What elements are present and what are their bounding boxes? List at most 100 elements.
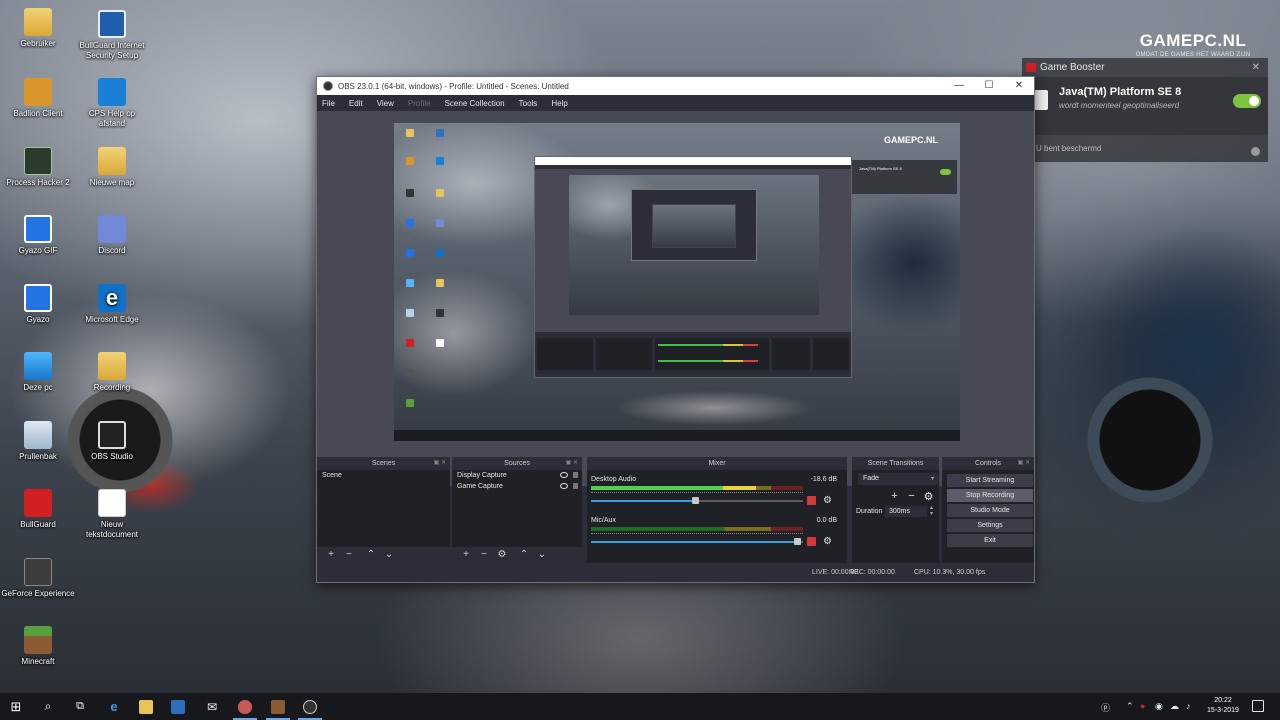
desktop-icon-badlion[interactable]: Badlion Client xyxy=(1,78,75,119)
desktop-icon-obs[interactable]: OBS Studio xyxy=(75,421,149,462)
menu-help[interactable]: Help xyxy=(551,99,567,108)
volume-slider[interactable] xyxy=(591,500,695,502)
start-button[interactable]: ⊞ xyxy=(0,693,32,720)
lock-icon[interactable] xyxy=(573,472,578,478)
duration-label: Duration xyxy=(856,508,883,515)
desktop-icon-recording[interactable]: Recording xyxy=(75,352,149,393)
preview-taskbar xyxy=(394,430,960,441)
move-down-button[interactable]: ⌄ xyxy=(534,550,550,560)
add-transition-button[interactable]: + xyxy=(886,490,903,503)
people-icon[interactable]: ⓟ xyxy=(1101,701,1110,714)
taskbar-edge[interactable]: e xyxy=(98,693,130,720)
duration-spinner-icon[interactable]: ▴ ▾ xyxy=(930,505,933,517)
scene-item[interactable]: Scene xyxy=(317,470,450,481)
add-source-button[interactable]: + xyxy=(458,550,474,560)
obs-titlebar[interactable]: OBS 23.0.1 (64-bit, windows) - Profile: … xyxy=(317,77,1034,95)
exit-button[interactable]: Exit xyxy=(947,534,1033,547)
close-icon[interactable]: ✕ xyxy=(1252,62,1260,73)
desktop-icon-bullguard[interactable]: BullGuard xyxy=(1,489,75,530)
volume-slider-knob[interactable] xyxy=(794,538,801,545)
desktop-icon-process-hacker[interactable]: Process Hacker 2 xyxy=(1,147,75,188)
dock-float-close-icons[interactable]: ▣ ✕ xyxy=(434,457,446,470)
teamviewer-icon xyxy=(98,78,126,106)
transition-gear-icon[interactable]: ⚙ xyxy=(920,490,937,503)
add-scene-button[interactable]: + xyxy=(323,550,339,560)
menu-file[interactable]: File xyxy=(322,99,335,108)
source-item[interactable]: Display Capture xyxy=(452,470,582,481)
info-icon[interactable] xyxy=(1251,147,1260,156)
menu-scene-collection[interactable]: Scene Collection xyxy=(445,99,505,108)
volume-slider[interactable] xyxy=(591,541,797,543)
studio-mode-button[interactable]: Studio Mode xyxy=(947,504,1033,517)
obs-tray-icon[interactable]: ◉ xyxy=(1155,701,1163,712)
dock-float-close-icons[interactable]: ▣ ✕ xyxy=(566,457,578,470)
taskbar-minecraft[interactable] xyxy=(262,693,294,720)
booster-app-name: Java(TM) Platform SE 8 xyxy=(1059,86,1182,98)
speaker-icon[interactable]: ♪ xyxy=(1186,701,1191,711)
taskbar-process-hacker[interactable] xyxy=(229,693,261,720)
settings-button[interactable]: Settings xyxy=(947,519,1033,532)
remove-source-button[interactable]: − xyxy=(476,550,492,560)
minimize-button[interactable]: — xyxy=(944,77,974,95)
preview-canvas[interactable]: GAMEPC.NL Java(TM) Platform SE 8 xyxy=(394,123,960,441)
preview-brand-logo: GAMEPC.NL xyxy=(884,135,938,145)
volume-slider-track xyxy=(695,500,803,502)
desktop-icon-minecraft[interactable]: Minecraft xyxy=(1,626,75,667)
preview-area[interactable]: GAMEPC.NL Java(TM) Platform SE 8 xyxy=(317,111,1034,486)
cloud-icon[interactable]: ☁ xyxy=(1170,701,1179,712)
remove-transition-button[interactable]: − xyxy=(903,490,920,503)
action-center-icon[interactable] xyxy=(1252,700,1264,712)
menu-profile[interactable]: Profile xyxy=(408,99,431,108)
dock-float-close-icons[interactable]: ▣ ✕ xyxy=(1018,457,1030,470)
close-button[interactable]: ✕ xyxy=(1004,77,1034,95)
start-streaming-button[interactable]: Start Streaming xyxy=(947,474,1033,487)
desktop-icon-geforce[interactable]: GeForce Experience xyxy=(1,558,75,599)
task-view-button[interactable]: ⧉ xyxy=(64,693,96,720)
menu-tools[interactable]: Tools xyxy=(519,99,538,108)
sources-title: Sources xyxy=(504,460,530,467)
taskbar-obs[interactable] xyxy=(294,693,326,720)
mail-icon: ✉ xyxy=(206,699,218,714)
folder-icon xyxy=(98,352,126,380)
move-up-button[interactable]: ⌃ xyxy=(363,550,379,560)
maximize-button[interactable]: ☐ xyxy=(974,77,1004,95)
transition-select[interactable]: Fade ▾ xyxy=(858,473,938,485)
desktop-icon-deze-pc[interactable]: Deze pc xyxy=(1,352,75,393)
visibility-eye-icon[interactable] xyxy=(560,472,568,478)
gear-icon[interactable]: ⚙ xyxy=(823,536,832,547)
remove-scene-button[interactable]: − xyxy=(341,550,357,560)
desktop-icon-cps-help[interactable]: CPS Help op afstand xyxy=(75,78,149,129)
desktop-icon-discord[interactable]: Discord xyxy=(75,215,149,256)
chevron-up-icon[interactable]: ⌃ xyxy=(1126,701,1134,712)
desktop-icon-gyazo-gif[interactable]: Gyazo GIF xyxy=(1,215,75,256)
gear-icon[interactable]: ⚙ xyxy=(823,495,832,506)
taskbar-mail[interactable]: ✉ xyxy=(196,693,228,720)
clock[interactable]: 20:22 15-3-2019 xyxy=(1206,696,1240,716)
obs-menubar: File Edit View Profile Scene Collection … xyxy=(317,95,1034,111)
source-item[interactable]: Game Capture xyxy=(452,481,582,492)
booster-toggle[interactable] xyxy=(1233,94,1261,108)
taskbar-explorer[interactable] xyxy=(130,693,162,720)
desktop-icon-nieuwe-map[interactable]: Nieuwe map xyxy=(75,147,149,188)
visibility-eye-icon[interactable] xyxy=(560,483,568,489)
speaker-muted-icon[interactable] xyxy=(807,496,816,505)
bullguard-tray-icon[interactable]: ● xyxy=(1140,701,1145,711)
desktop-icon-prullenbak[interactable]: Prullenbak xyxy=(1,421,75,462)
desktop-icon-gebruiker[interactable]: Gebruiker xyxy=(1,8,75,49)
move-up-button[interactable]: ⌃ xyxy=(516,550,532,560)
desktop-icon-gyazo[interactable]: Gyazo xyxy=(1,284,75,325)
desktop-icon-edge[interactable]: e Microsoft Edge xyxy=(75,284,149,325)
stop-recording-button[interactable]: Stop Recording xyxy=(947,489,1033,502)
speaker-muted-icon[interactable] xyxy=(807,537,816,546)
source-properties-gear-icon[interactable]: ⚙ xyxy=(494,550,510,560)
duration-input[interactable]: 300ms xyxy=(885,506,927,517)
volume-slider-knob[interactable] xyxy=(692,497,699,504)
lock-icon[interactable] xyxy=(573,483,578,489)
desktop-icon-tekstdocument[interactable]: Nieuw tekstdocument xyxy=(75,489,149,540)
search-button[interactable]: ⌕ xyxy=(32,693,64,720)
move-down-button[interactable]: ⌄ xyxy=(381,550,397,560)
taskbar-store[interactable] xyxy=(162,693,194,720)
menu-edit[interactable]: Edit xyxy=(349,99,363,108)
desktop-icon-bullguard-setup[interactable]: BullGuard Internet Security Setup xyxy=(75,10,149,61)
menu-view[interactable]: View xyxy=(377,99,394,108)
